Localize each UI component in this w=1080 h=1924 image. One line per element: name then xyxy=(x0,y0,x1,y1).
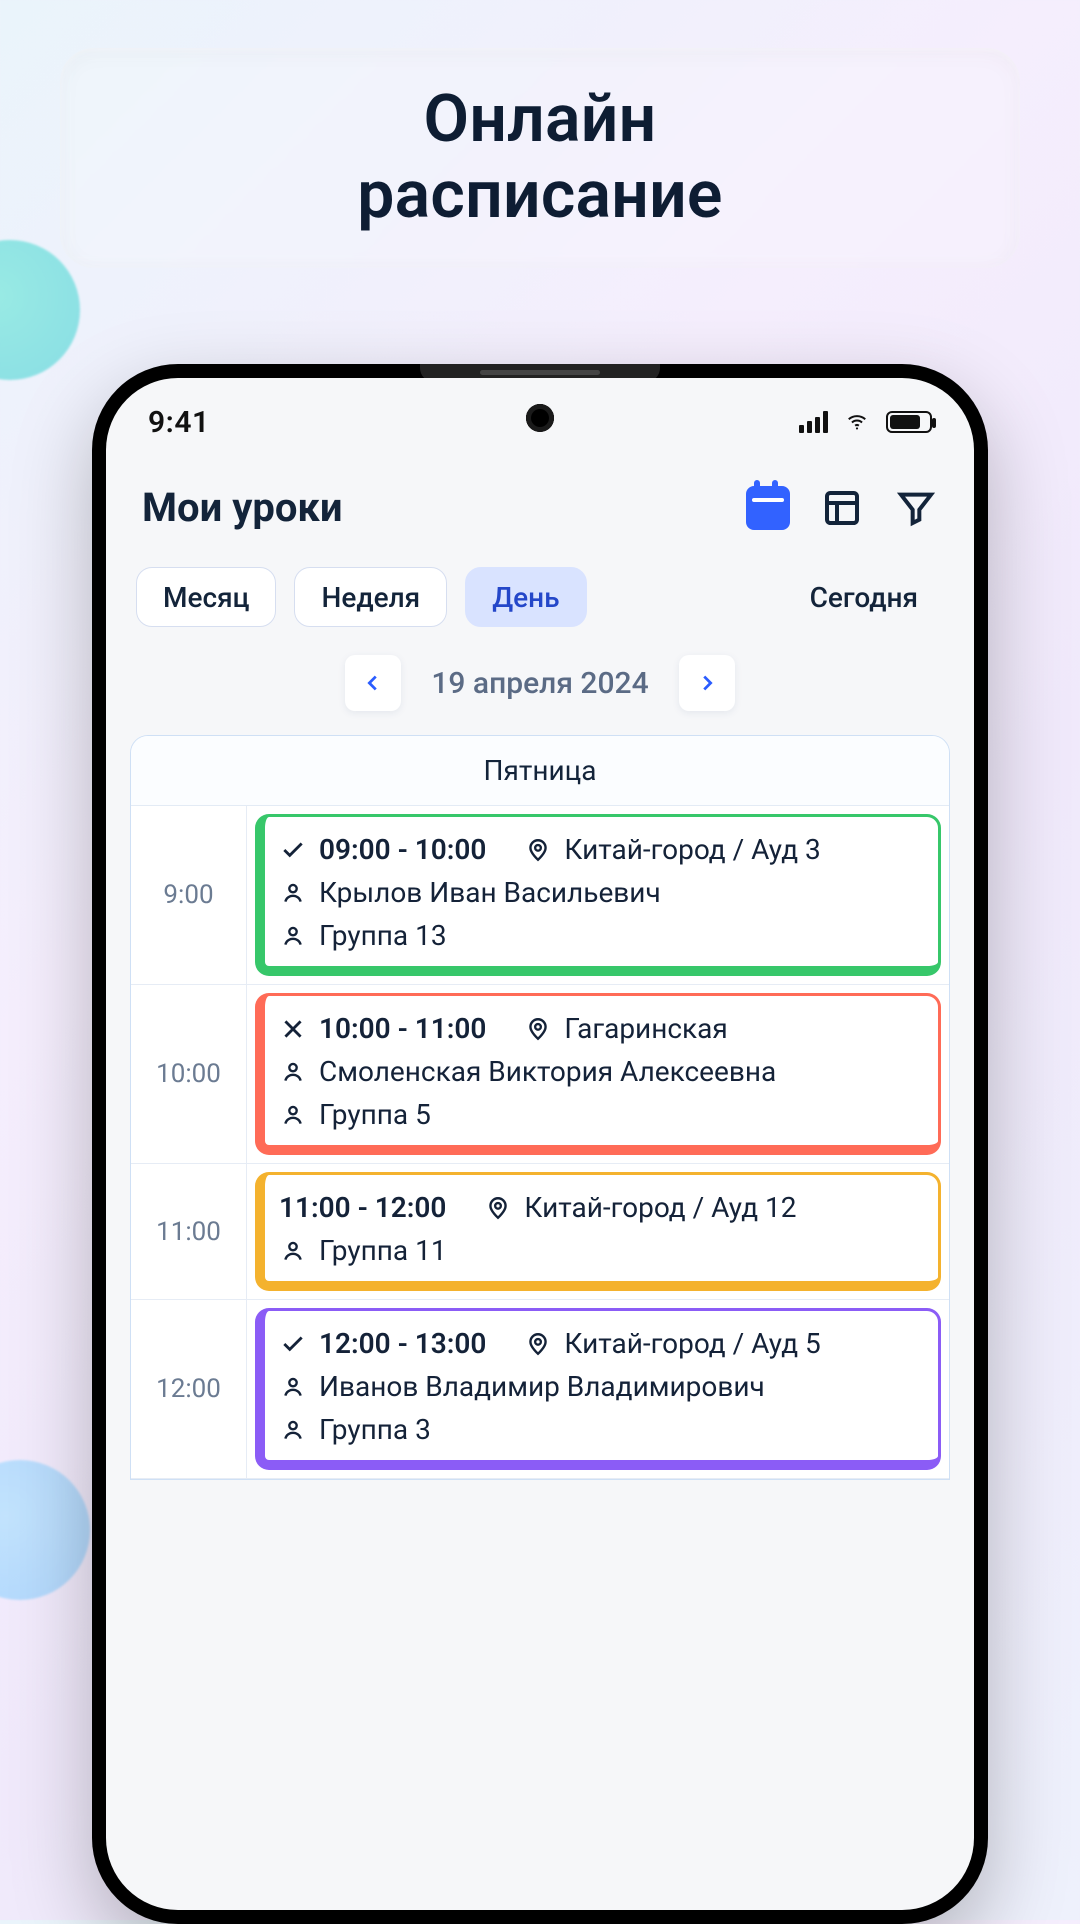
promo-title-line2: расписание xyxy=(357,158,723,234)
pin-icon xyxy=(524,1015,552,1043)
filter-icon xyxy=(896,488,936,528)
calendar-icon xyxy=(746,486,790,530)
lesson-group: Группа 3 xyxy=(319,1413,431,1446)
lesson-location: Гагаринская xyxy=(564,1012,727,1045)
pin-icon xyxy=(524,1330,552,1358)
hour-label: 12:00 xyxy=(131,1300,247,1478)
hour-label: 9:00 xyxy=(131,806,247,984)
tab-week[interactable]: Неделя xyxy=(294,567,447,627)
person-icon xyxy=(279,922,307,950)
person-icon xyxy=(279,1237,307,1265)
person-icon xyxy=(279,1101,307,1129)
lesson-group: Группа 11 xyxy=(319,1234,447,1267)
lesson-location: Китай-город / Ауд 3 xyxy=(564,833,820,866)
lesson-group: Группа 5 xyxy=(319,1098,431,1131)
lesson-card[interactable]: 11:00 - 12:00 Китай-город / Ауд 12 Группа … xyxy=(255,1172,941,1291)
page-title: Мои уроки xyxy=(142,484,343,531)
status-time: 9:41 xyxy=(148,405,210,440)
layout-button[interactable] xyxy=(820,486,864,530)
table-row: 10:00 10:00 - 11:00 Гагаринская Смоленская … xyxy=(131,985,949,1164)
filter-button[interactable] xyxy=(894,486,938,530)
lesson-group: Группа 13 xyxy=(319,919,447,952)
bg-decor-2 xyxy=(0,1460,90,1600)
chevron-left-icon xyxy=(362,672,384,694)
cellular-icon xyxy=(799,411,828,433)
wifi-icon xyxy=(842,411,872,433)
status-icons xyxy=(799,411,932,433)
table-row: 11:00 11:00 - 12:00 Китай-город / Ауд 12 Гр… xyxy=(131,1164,949,1300)
promo-card: Онлайн расписание xyxy=(60,48,1020,268)
pin-icon xyxy=(524,836,552,864)
header-actions xyxy=(746,486,938,530)
lesson-teacher: Крылов Иван Васильевич xyxy=(319,876,661,909)
date-nav: 19 апреля 2024 xyxy=(106,647,974,735)
day-name: Пятница xyxy=(131,736,949,806)
lesson-location: Китай-город / Ауд 5 xyxy=(564,1327,820,1360)
current-date: 19 апреля 2024 xyxy=(431,666,648,701)
calendar-button[interactable] xyxy=(746,486,790,530)
battery-icon xyxy=(886,411,932,433)
person-icon xyxy=(279,879,307,907)
status-bar: 9:41 xyxy=(106,378,974,466)
hour-label: 10:00 xyxy=(131,985,247,1163)
person-icon xyxy=(279,1416,307,1444)
lesson-card[interactable]: 10:00 - 11:00 Гагаринская Смоленская Викто… xyxy=(255,993,941,1155)
timetable: Пятница 9:00 09:00 - 10:00 Китай-город / А… xyxy=(130,735,950,1480)
lesson-card[interactable]: 09:00 - 10:00 Китай-город / Ауд 3 Крылов И… xyxy=(255,814,941,976)
tab-day[interactable]: День xyxy=(465,567,586,627)
lesson-location: Китай-город / Ауд 12 xyxy=(524,1191,796,1224)
check-icon xyxy=(279,836,307,864)
check-icon xyxy=(279,1330,307,1358)
front-camera xyxy=(526,404,554,432)
lesson-time: 10:00 - 11:00 xyxy=(319,1012,486,1045)
layout-icon xyxy=(822,488,862,528)
lesson-teacher: Смоленская Виктория Алексеевна xyxy=(319,1055,776,1088)
view-controls: Месяц Неделя День Сегодня xyxy=(106,557,974,647)
cross-icon xyxy=(279,1015,307,1043)
person-icon xyxy=(279,1373,307,1401)
promo-title-line1: Онлайн xyxy=(424,82,657,158)
table-row: 12:00 12:00 - 13:00 Китай-город / Ауд 5 Ива… xyxy=(131,1300,949,1479)
lesson-card[interactable]: 12:00 - 13:00 Китай-город / Ауд 5 Иванов В… xyxy=(255,1308,941,1470)
app-header: Мои уроки xyxy=(106,466,974,557)
person-icon xyxy=(279,1058,307,1086)
bg-decor-1 xyxy=(0,240,80,380)
chevron-right-icon xyxy=(696,672,718,694)
lesson-time: 09:00 - 10:00 xyxy=(319,833,486,866)
prev-day-button[interactable] xyxy=(345,655,401,711)
hour-label: 11:00 xyxy=(131,1164,247,1299)
phone-screen: 9:41 Мои уроки xyxy=(106,378,974,1910)
tab-month[interactable]: Месяц xyxy=(136,567,276,627)
slot-cell: 11:00 - 12:00 Китай-город / Ауд 12 Группа … xyxy=(247,1164,949,1299)
table-row: 9:00 09:00 - 10:00 Китай-город / Ауд 3 Крыл… xyxy=(131,806,949,985)
slot-cell: 10:00 - 11:00 Гагаринская Смоленская Викто… xyxy=(247,985,949,1163)
slot-cell: 09:00 - 10:00 Китай-город / Ауд 3 Крылов И… xyxy=(247,806,949,984)
lesson-teacher: Иванов Владимир Владимирович xyxy=(319,1370,765,1403)
phone-frame: 9:41 Мои уроки xyxy=(92,364,988,1924)
pin-icon xyxy=(484,1194,512,1222)
lesson-time: 11:00 - 12:00 xyxy=(279,1191,446,1224)
slot-cell: 12:00 - 13:00 Китай-город / Ауд 5 Иванов В… xyxy=(247,1300,949,1478)
next-day-button[interactable] xyxy=(679,655,735,711)
lesson-time: 12:00 - 13:00 xyxy=(319,1327,486,1360)
today-button[interactable]: Сегодня xyxy=(784,567,944,627)
